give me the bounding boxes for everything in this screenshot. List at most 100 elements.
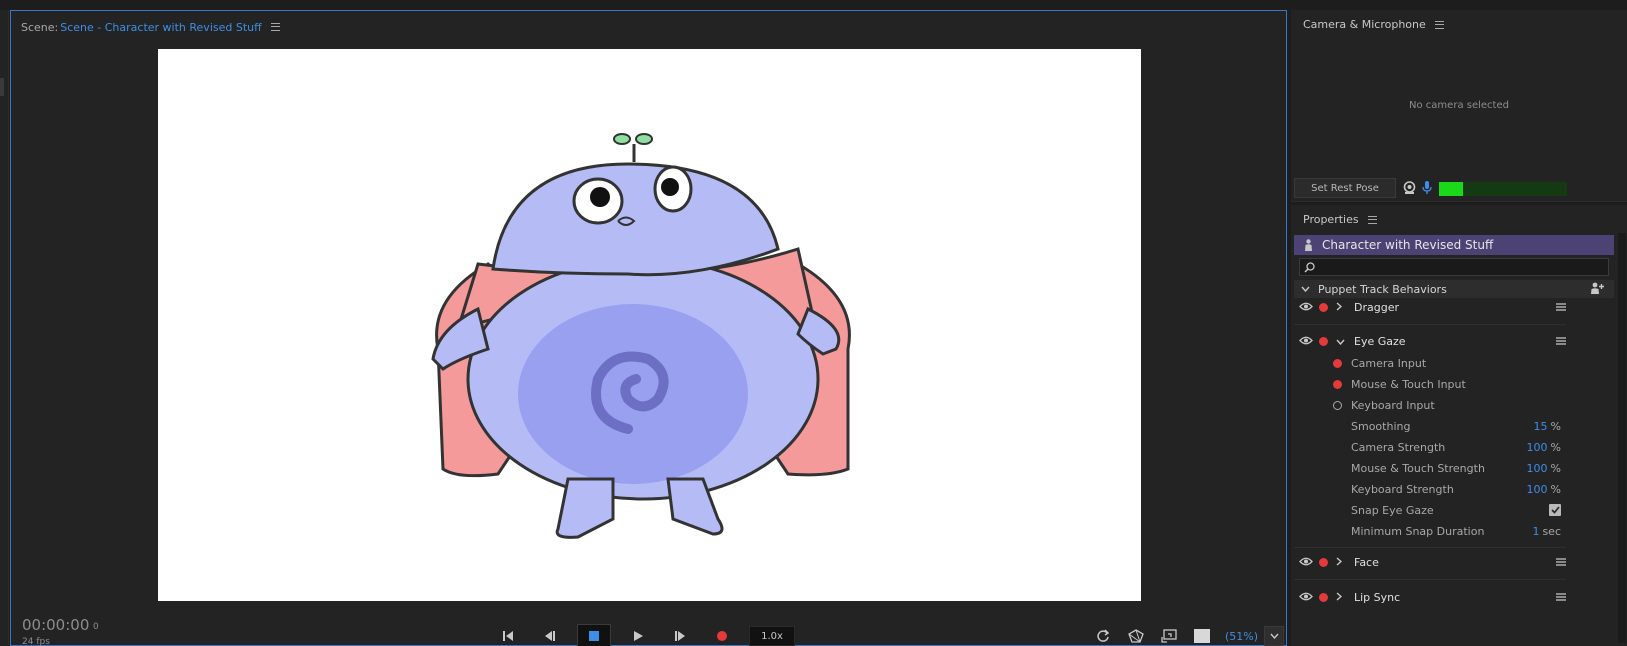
stop-icon: [589, 631, 599, 641]
behavior-menu[interactable]: [1556, 556, 1566, 569]
hamburger-icon: [1556, 336, 1566, 345]
param-smoothing: Smoothing 15%: [1351, 418, 1561, 434]
timecode-display[interactable]: 00:00:00: [22, 616, 89, 634]
puppet-name: Character with Revised Stuff: [1322, 238, 1494, 252]
refresh-icon: [1097, 629, 1110, 642]
record-arm-dot[interactable]: [1319, 336, 1328, 346]
step-forward-button[interactable]: [665, 624, 695, 646]
checkmark-icon: [1550, 506, 1560, 514]
stop-button[interactable]: [577, 624, 611, 646]
add-behavior-button[interactable]: [1590, 282, 1604, 297]
behavior-menu[interactable]: [1556, 335, 1566, 348]
left-panel-strip: [0, 10, 9, 646]
param-value-scrubber[interactable]: 100%: [1527, 441, 1561, 454]
param-keyboard-input[interactable]: Keyboard Input: [1333, 397, 1561, 413]
record-arm-dot[interactable]: [1319, 592, 1328, 602]
zoom-dropdown[interactable]: [1264, 626, 1285, 646]
microphone-toggle[interactable]: [1422, 180, 1432, 198]
cast-icon: [1161, 629, 1177, 643]
properties-scrollbar[interactable]: [1618, 233, 1626, 643]
cast-button[interactable]: [1157, 624, 1181, 646]
input-armed-dot[interactable]: [1333, 379, 1342, 389]
param-min-snap-duration: Minimum Snap Duration 1 sec: [1351, 523, 1561, 539]
webcam-toggle[interactable]: [1403, 181, 1416, 198]
record-button[interactable]: [707, 624, 737, 646]
value-unit: sec: [1542, 524, 1561, 538]
value-text[interactable]: 100: [1527, 441, 1548, 454]
camera-microphone-panel: Camera & Microphone No camera selected S…: [1291, 10, 1627, 202]
camera-panel-menu-icon[interactable]: [1434, 20, 1444, 29]
properties-panel-title: Properties: [1303, 213, 1377, 226]
behavior-row-dragger[interactable]: Dragger: [1294, 295, 1566, 319]
behavior-search-field[interactable]: [1299, 258, 1609, 276]
param-mouse-touch-input[interactable]: Mouse & Touch Input: [1333, 376, 1561, 392]
play-button[interactable]: [623, 624, 653, 646]
behavior-row-eye-gaze[interactable]: Eye Gaze: [1294, 329, 1566, 353]
visibility-toggle[interactable]: [1299, 556, 1313, 569]
value-text[interactable]: 15: [1534, 420, 1548, 433]
param-label: Mouse & Touch Strength: [1351, 461, 1485, 475]
zoom-level[interactable]: (51%): [1225, 630, 1258, 643]
frame-number: 0: [93, 622, 99, 632]
snap-eye-gaze-checkbox[interactable]: [1549, 504, 1561, 516]
add-behavior-icon: [1591, 282, 1604, 294]
chevron-down-icon: [1301, 286, 1310, 292]
visibility-toggle[interactable]: [1299, 301, 1313, 314]
playback-speed[interactable]: 1.0x: [749, 626, 795, 646]
record-arm-dot[interactable]: [1319, 557, 1328, 567]
param-value-scrubber[interactable]: 1 sec: [1532, 525, 1561, 538]
expand-toggle[interactable]: [1336, 301, 1343, 314]
behavior-menu[interactable]: [1556, 591, 1566, 604]
transport-controls: 1.0x: [493, 623, 795, 646]
eye-icon: [1299, 592, 1313, 600]
physics-toggle-button[interactable]: [1124, 624, 1148, 646]
expand-toggle[interactable]: [1336, 556, 1343, 569]
expand-toggle[interactable]: [1336, 591, 1343, 604]
background-color-swatch[interactable]: [1190, 624, 1214, 646]
left-strip-marker: [0, 78, 4, 96]
scene-canvas[interactable]: [158, 49, 1141, 601]
record-arm-dot[interactable]: [1319, 302, 1328, 312]
value-text[interactable]: 100: [1527, 462, 1548, 475]
puppet-artwork: [431, 133, 851, 539]
chevron-right-icon: [1336, 301, 1343, 311]
param-camera-strength: Camera Strength 100%: [1351, 439, 1561, 455]
scene-name-link[interactable]: Scene - Character with Revised Stuff: [60, 21, 261, 34]
param-label: Keyboard Input: [1351, 398, 1435, 412]
param-mouse-touch-strength: Mouse & Touch Strength 100%: [1351, 460, 1561, 476]
param-value-scrubber[interactable]: 100%: [1527, 462, 1561, 475]
value-unit: %: [1550, 440, 1561, 454]
param-camera-input[interactable]: Camera Input: [1333, 355, 1561, 371]
puppet-header-bar[interactable]: Character with Revised Stuff: [1294, 235, 1614, 255]
visibility-toggle[interactable]: [1299, 335, 1313, 348]
chevron-down-icon: [1336, 339, 1345, 345]
value-text[interactable]: 1: [1532, 525, 1539, 538]
go-to-start-button[interactable]: [493, 624, 523, 646]
param-label: Snap Eye Gaze: [1351, 503, 1434, 517]
input-armed-dot[interactable]: [1333, 358, 1342, 368]
collapse-toggle[interactable]: [1336, 335, 1345, 348]
value-text[interactable]: 100: [1527, 483, 1548, 496]
behavior-name: Dragger: [1354, 300, 1399, 314]
mic-level-fill: [1439, 182, 1464, 196]
search-icon: [1304, 261, 1315, 273]
record-icon: [717, 631, 727, 641]
eye-icon: [1299, 336, 1313, 344]
step-back-icon: [545, 631, 555, 641]
behavior-row-lip-sync[interactable]: Lip Sync: [1294, 585, 1566, 609]
set-rest-pose-button[interactable]: Set Rest Pose: [1294, 178, 1396, 198]
step-back-button[interactable]: [535, 624, 565, 646]
camera-panel-title-text: Camera & Microphone: [1303, 18, 1426, 31]
chevron-right-icon: [1336, 556, 1343, 566]
input-disarmed-dot[interactable]: [1333, 400, 1342, 410]
properties-panel-menu-icon[interactable]: [1367, 215, 1377, 224]
chevron-down-icon: [1270, 633, 1279, 639]
scene-menu-icon[interactable]: [270, 23, 280, 31]
refresh-button[interactable]: [1091, 624, 1115, 646]
microphone-icon: [1422, 181, 1432, 194]
behavior-menu[interactable]: [1556, 301, 1566, 314]
behavior-row-face[interactable]: Face: [1294, 550, 1566, 574]
param-value-scrubber[interactable]: 15%: [1534, 420, 1561, 433]
visibility-toggle[interactable]: [1299, 591, 1313, 604]
param-value-scrubber[interactable]: 100%: [1527, 483, 1561, 496]
